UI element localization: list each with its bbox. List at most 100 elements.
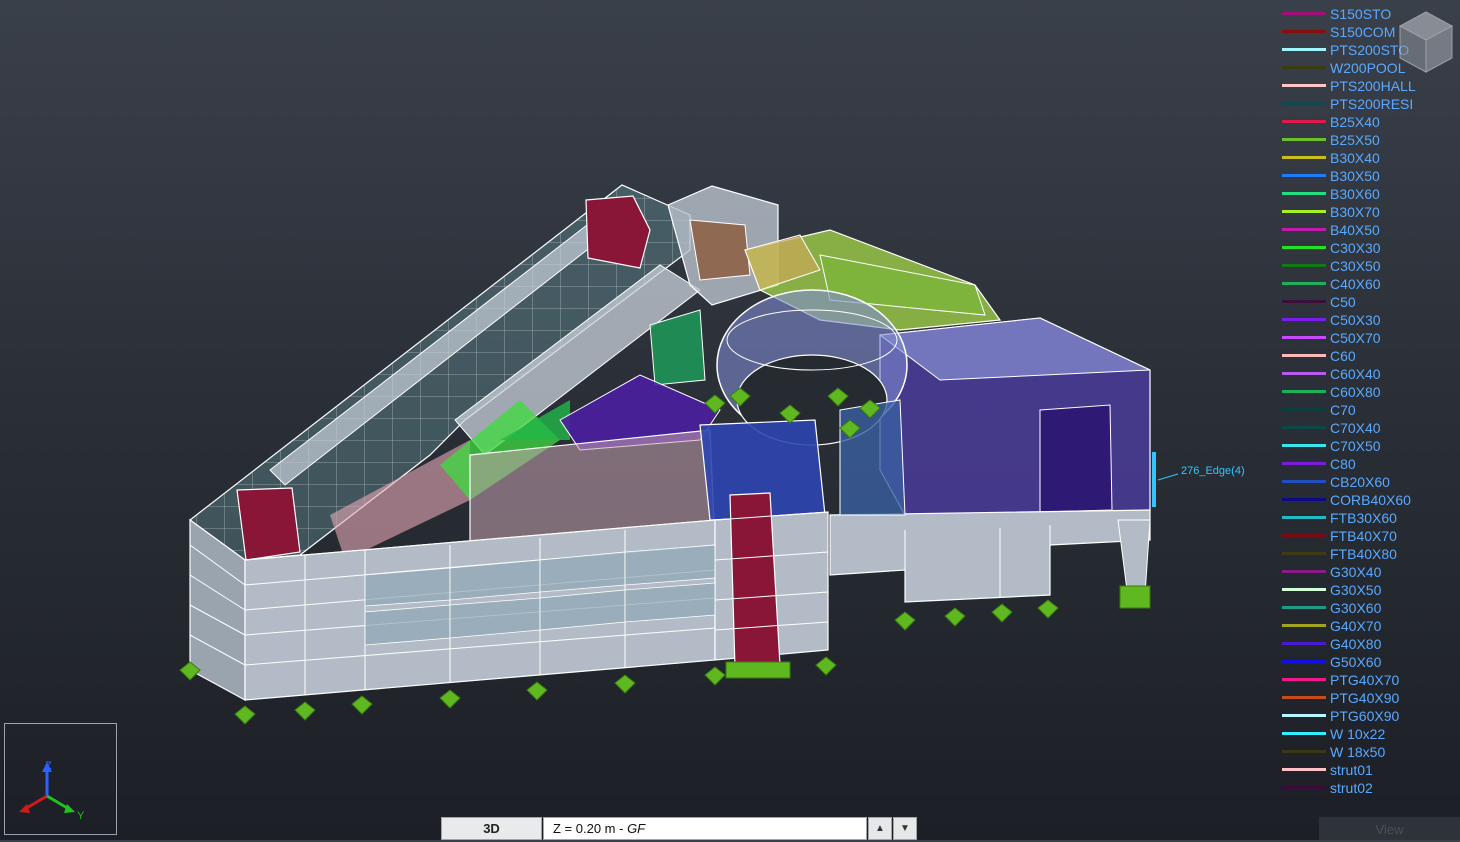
legend-swatch <box>1282 138 1326 141</box>
legend-item: PTG60X90 <box>1280 707 1456 725</box>
legend-label: W 10x22 <box>1330 726 1386 742</box>
view-tab[interactable]: View <box>1319 817 1460 840</box>
legend-label: PTG40X70 <box>1330 672 1400 688</box>
legend-label: B30X40 <box>1330 150 1380 166</box>
legend-label: B30X50 <box>1330 168 1380 184</box>
legend-swatch <box>1282 264 1326 267</box>
legend-item: B30X60 <box>1280 185 1456 203</box>
legend-item: PTS200RESI <box>1280 95 1456 113</box>
legend-item: W 10x22 <box>1280 725 1456 743</box>
legend-label: B30X70 <box>1330 204 1380 220</box>
view-mode-button[interactable]: 3D <box>441 817 542 840</box>
level-name: GF <box>627 821 646 836</box>
legend-swatch <box>1282 246 1326 249</box>
legend-label: G50X60 <box>1330 654 1382 670</box>
legend-swatch <box>1282 120 1326 123</box>
legend-swatch <box>1282 156 1326 159</box>
legend-item: G40X70 <box>1280 617 1456 635</box>
legend-swatch <box>1282 786 1326 789</box>
legend-label: B30X60 <box>1330 186 1380 202</box>
axis-icon: Z Y <box>19 760 85 822</box>
legend-swatch <box>1282 624 1326 627</box>
level-up-button[interactable]: ▲ <box>868 817 892 840</box>
legend-label: C80 <box>1330 456 1356 472</box>
axis-triad: Z Y <box>4 723 117 835</box>
legend-item: C60 <box>1280 347 1456 365</box>
legend-label: C70 <box>1330 402 1356 418</box>
legend-swatch <box>1282 444 1326 447</box>
legend-label: PTS200HALL <box>1330 78 1416 94</box>
legend-swatch <box>1282 714 1326 717</box>
legend-swatch <box>1282 318 1326 321</box>
legend-item: B30X50 <box>1280 167 1456 185</box>
legend-label: C50X70 <box>1330 330 1381 346</box>
legend-swatch <box>1282 732 1326 735</box>
legend-swatch <box>1282 30 1326 33</box>
legend-swatch <box>1282 84 1326 87</box>
legend-label: PTS200RESI <box>1330 96 1414 112</box>
legend-swatch <box>1282 534 1326 537</box>
legend-label: W200POOL <box>1330 60 1406 76</box>
legend-label: B40X50 <box>1330 222 1380 238</box>
legend-label: G30X50 <box>1330 582 1382 598</box>
legend-swatch <box>1282 354 1326 357</box>
level-down-button[interactable]: ▼ <box>893 817 917 840</box>
legend-item: B25X50 <box>1280 131 1456 149</box>
legend-swatch <box>1282 282 1326 285</box>
legend-item: W 18x50 <box>1280 743 1456 761</box>
legend-item: B25X40 <box>1280 113 1456 131</box>
legend-item: G50X60 <box>1280 653 1456 671</box>
legend-label: CB20X60 <box>1330 474 1390 490</box>
legend-swatch <box>1282 66 1326 69</box>
legend-swatch <box>1282 192 1326 195</box>
legend-item: G30X60 <box>1280 599 1456 617</box>
legend-label: C60 <box>1330 348 1356 364</box>
legend-label: FTB30X60 <box>1330 510 1397 526</box>
legend-swatch <box>1282 300 1326 303</box>
legend-label: G40X70 <box>1330 618 1382 634</box>
legend-label: G40X80 <box>1330 636 1382 652</box>
legend-swatch <box>1282 174 1326 177</box>
legend-label: C60X40 <box>1330 366 1381 382</box>
3d-viewport[interactable]: S150STO S150COM PTS200STO W200POOL PTS200HAL… <box>0 0 1460 840</box>
level-field[interactable]: Z = 0.20 m - GF <box>543 817 867 840</box>
section-legend: S150STO S150COM PTS200STO W200POOL PTS200HAL… <box>1280 0 1456 800</box>
legend-item: PTG40X70 <box>1280 671 1456 689</box>
z-axis-label: Z <box>45 760 52 772</box>
legend-label: G30X40 <box>1330 564 1382 580</box>
legend-item: C70 <box>1280 401 1456 419</box>
legend-label: B25X50 <box>1330 132 1380 148</box>
legend-swatch <box>1282 660 1326 663</box>
legend-label: C30X50 <box>1330 258 1381 274</box>
legend-label: C30X30 <box>1330 240 1381 256</box>
legend-item: strut01 <box>1280 761 1456 779</box>
triangle-up-icon: ▲ <box>875 823 885 834</box>
legend-label: PTG60X90 <box>1330 708 1400 724</box>
legend-item: C80 <box>1280 455 1456 473</box>
legend-item: C50X70 <box>1280 329 1456 347</box>
legend-swatch <box>1282 768 1326 771</box>
legend-label: B25X40 <box>1330 114 1380 130</box>
legend-item: FTB30X60 <box>1280 509 1456 527</box>
legend-label: C50 <box>1330 294 1356 310</box>
legend-item: strut02 <box>1280 779 1456 797</box>
legend-label: S150COM <box>1330 24 1396 40</box>
legend-label: C70X50 <box>1330 438 1381 454</box>
legend-label: G30X60 <box>1330 600 1382 616</box>
legend-swatch <box>1282 102 1326 105</box>
legend-item: FTB40X70 <box>1280 527 1456 545</box>
legend-label: C70X40 <box>1330 420 1381 436</box>
legend-item: C40X60 <box>1280 275 1456 293</box>
view-cube-icon[interactable] <box>1398 10 1454 76</box>
legend-item: B30X70 <box>1280 203 1456 221</box>
legend-swatch <box>1282 480 1326 483</box>
legend-swatch <box>1282 642 1326 645</box>
legend-item: B30X40 <box>1280 149 1456 167</box>
legend-swatch <box>1282 570 1326 573</box>
legend-swatch <box>1282 372 1326 375</box>
structural-model[interactable] <box>0 0 1460 840</box>
legend-item: PTG40X90 <box>1280 689 1456 707</box>
legend-item: CB20X60 <box>1280 473 1456 491</box>
legend-swatch <box>1282 390 1326 393</box>
legend-label: FTB40X70 <box>1330 528 1397 544</box>
